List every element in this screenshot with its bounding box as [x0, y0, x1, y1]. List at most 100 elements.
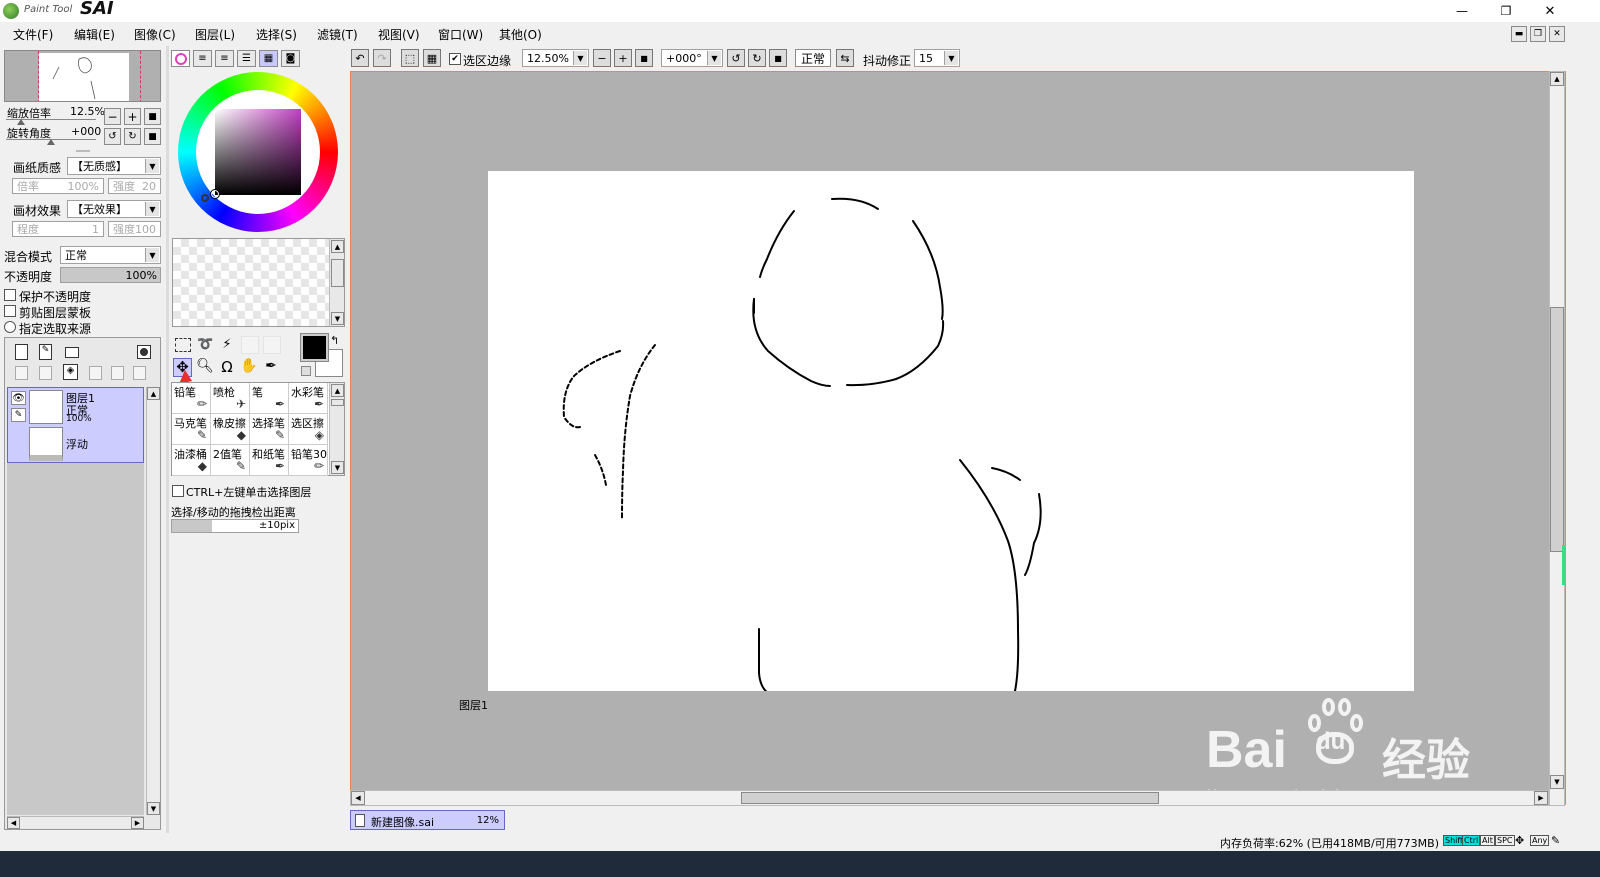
new-layer-icon[interactable] [15, 344, 28, 360]
duplicate-layer-icon[interactable] [111, 366, 124, 380]
menu-filter[interactable]: 滤镜(T) [317, 26, 358, 43]
paper-texture-select[interactable]: 【无质感】 ▼ [67, 157, 161, 175]
nav-rotate-slider-thumb[interactable] [47, 139, 55, 145]
tool-slot-empty-1[interactable] [241, 336, 259, 354]
effect-degree-field[interactable]: 程度 1 [12, 221, 104, 237]
color-wheel-tab-icon[interactable] [171, 50, 190, 67]
menu-view[interactable]: 视图(V) [378, 26, 420, 43]
material-effect-select[interactable]: 【无效果】 ▼ [67, 200, 161, 218]
scroll-down-icon[interactable]: ▼ [1550, 775, 1564, 789]
paper-strength-field[interactable]: 强度 20 [108, 178, 161, 194]
swap-colors-icon[interactable]: ↰ [330, 334, 339, 347]
transparent-color-icon[interactable] [301, 366, 311, 376]
delete-layer-icon[interactable] [89, 366, 102, 380]
canvas-vscroll-thumb[interactable] [1550, 307, 1564, 552]
brush-select-pen[interactable]: 选择笔 ✎ [250, 414, 289, 445]
clear-layer-icon[interactable]: ◈ [63, 364, 78, 380]
color-wheel[interactable] [178, 72, 338, 232]
nav-rotate-left-button[interactable]: ↺ [104, 128, 121, 145]
effect-strength-field[interactable]: 强度 100 [108, 221, 161, 237]
menu-layer[interactable]: 图层(L) [195, 26, 235, 43]
stabilizer-select[interactable]: 15 ▼ [914, 49, 960, 67]
magic-wand-icon[interactable]: ⚡ [219, 337, 235, 353]
scroll-right-icon[interactable]: ▶ [131, 817, 144, 829]
menu-image[interactable]: 图像(C) [134, 26, 176, 43]
eyedropper-icon[interactable]: ✒ [262, 358, 280, 376]
clip-mask-checkbox[interactable] [4, 305, 16, 317]
scroll-up-icon[interactable]: ▲ [1550, 72, 1564, 86]
scroll-up-icon[interactable]: ▲ [331, 384, 344, 397]
hue-cursor[interactable] [201, 194, 209, 202]
nav-splitter[interactable] [76, 150, 90, 152]
color-mixer-tab-icon[interactable]: ☰ [237, 50, 256, 67]
scroll-down-icon[interactable]: ▼ [331, 461, 344, 474]
merge-down-icon[interactable] [39, 366, 52, 380]
zoom-reset-icon[interactable]: ■ [635, 49, 653, 67]
nav-rotate-reset-button[interactable]: ■ [144, 128, 161, 145]
nav-rotate-right-button[interactable]: ↻ [124, 128, 141, 145]
deselect-icon[interactable]: ⬚ [401, 49, 419, 67]
scratchpad-tab-icon[interactable]: ◙ [281, 50, 300, 67]
zoom-in-icon[interactable]: + [614, 49, 632, 67]
navigator-thumbnail[interactable] [4, 50, 161, 102]
zoom-select[interactable]: 12.50% ▼ [522, 49, 589, 67]
brush-eraser[interactable]: 橡皮擦 ◆ [211, 414, 250, 445]
selection-edge-checkbox[interactable]: ✔ [449, 53, 461, 65]
rotate-right-icon[interactable]: ↻ [748, 49, 766, 67]
canvas-hscroll-thumb[interactable] [741, 792, 1159, 804]
scroll-up-icon[interactable]: ▲ [147, 387, 160, 400]
menu-window[interactable]: 窗口(W) [438, 26, 483, 43]
close-button[interactable]: ✕ [1528, 0, 1572, 22]
scroll-down-icon[interactable]: ▼ [147, 802, 160, 815]
brush-lock-icon[interactable]: ✎ [11, 408, 26, 422]
layer-list-scrollbar[interactable]: ▲ ▼ [146, 387, 160, 815]
brush-select-eraser[interactable]: 选区擦 ◈ [289, 414, 328, 445]
paper-scale-field[interactable]: 倍率 100% [12, 178, 104, 194]
scroll-left-icon[interactable]: ◀ [351, 791, 365, 805]
undo-icon[interactable]: ↶ [351, 49, 369, 67]
opacity-slider[interactable]: 100% [60, 267, 161, 283]
scroll-up-icon[interactable]: ▲ [331, 240, 344, 253]
invert-selection-icon[interactable]: ▦ [423, 49, 441, 67]
canvas-paper[interactable] [488, 171, 1414, 691]
minimize-button[interactable]: — [1440, 0, 1484, 22]
rgb-slider-tab-icon[interactable]: ≡ [193, 50, 212, 67]
tool-slot-empty-2[interactable] [263, 336, 281, 354]
angle-select[interactable]: +000° ▼ [661, 49, 723, 67]
hand-tool-icon[interactable]: ✋ [240, 358, 258, 376]
new-linework-layer-icon[interactable]: ✎ [39, 344, 52, 360]
brush-binary-pen[interactable]: 2值笔 ✎ [211, 445, 250, 476]
nav-zoom-out-button[interactable]: − [104, 108, 121, 125]
scroll-right-icon[interactable]: ▶ [1534, 791, 1548, 805]
menu-select[interactable]: 选择(S) [256, 26, 297, 43]
brush-grid-scrollbar[interactable]: ▲ ▼ [329, 383, 344, 475]
brush-pencil30[interactable]: 铅笔30 ✏ [289, 445, 328, 476]
mdi-minimize-button[interactable]: ▬ [1511, 26, 1527, 42]
selection-source-radio[interactable] [4, 321, 16, 333]
eye-icon[interactable]: 👁 [11, 391, 26, 405]
restore-button[interactable]: ❐ [1484, 0, 1528, 22]
foreground-color-swatch[interactable] [300, 333, 329, 362]
ctrl-click-select-layer-checkbox[interactable] [172, 485, 184, 497]
view-mode-button[interactable]: 正常 [795, 49, 831, 67]
menu-other[interactable]: 其他(O) [499, 26, 542, 43]
layer-list-hscrollbar[interactable]: ◀ ▶ [7, 816, 144, 829]
color-scratchpad[interactable] [172, 238, 345, 327]
flip-horizontal-icon[interactable]: ⇆ [836, 49, 854, 67]
mdi-restore-button[interactable]: ❐ [1530, 26, 1546, 42]
new-folder-icon[interactable] [65, 347, 79, 358]
menu-file[interactable]: 文件(F) [13, 26, 53, 43]
brush-marker[interactable]: 马克笔 ✎ [172, 414, 211, 445]
rect-select-icon[interactable] [175, 338, 191, 352]
brush-grid-scroll-thumb[interactable] [331, 399, 344, 406]
saturation-value-square[interactable] [215, 109, 301, 195]
rotate-reset-icon[interactable]: ■ [769, 49, 787, 67]
blend-mode-select[interactable]: 正常 ▼ [60, 246, 161, 264]
lasso-icon[interactable]: ➰ [197, 338, 213, 352]
canvas-vscrollbar[interactable]: ▲ ▼ [1549, 71, 1565, 806]
layer-mask-icon[interactable] [137, 345, 151, 359]
layer-item-selected-group[interactable]: 👁 ✎ 图层1 正常 100% 浮动 [7, 387, 144, 463]
canvas-viewport[interactable]: 图层1 Bai du 经验 jingyan.baidu.com [350, 71, 1566, 805]
brush-pencil[interactable]: 铅笔 ✏ [172, 383, 211, 414]
scratchpad-scroll-thumb[interactable] [331, 259, 344, 287]
